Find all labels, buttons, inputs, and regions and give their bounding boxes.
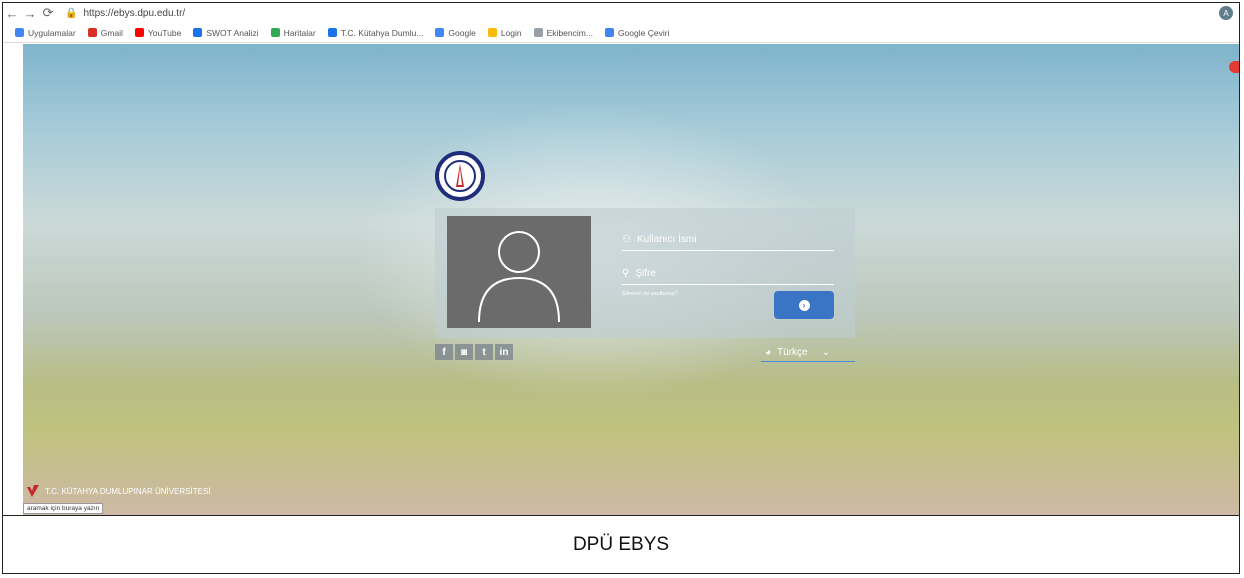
page-footer: T.C. KÜTAHYA DUMLUPINAR ÜNİVERSİTESİ ara…	[23, 481, 1239, 515]
bookmark-item[interactable]: SWOT Analizi	[193, 27, 259, 38]
bookmark-label: Uygulamalar	[28, 27, 76, 38]
bookmark-favicon-icon	[533, 28, 543, 37]
bookmark-label: Google	[448, 27, 476, 38]
user-icon: ⚇	[622, 233, 631, 245]
bookmark-label: Haritalar	[283, 27, 316, 38]
bookmark-favicon-icon	[15, 28, 24, 37]
bookmark-favicon-icon	[193, 28, 203, 37]
back-arrow-icon[interactable]: ←	[3, 4, 21, 22]
reload-icon[interactable]: ⟳	[39, 4, 57, 22]
twitter-icon[interactable]: t	[475, 344, 493, 360]
bookmark-favicon-icon	[87, 28, 97, 37]
bookmark-favicon-icon	[134, 28, 144, 37]
chevron-down-icon: ⌄	[821, 347, 830, 358]
profile-avatar[interactable]: A	[1219, 6, 1233, 20]
login-card: ⚇ Kullanıcı İsmi ⚲ Şifre Şifrenizi mi un…	[435, 208, 855, 338]
bookmark-item[interactable]: Ekibencim...	[533, 27, 593, 38]
bookmark-item[interactable]: Google	[435, 27, 476, 38]
bookmark-label: Login	[500, 27, 522, 38]
bookmark-item[interactable]: Haritalar	[270, 27, 316, 38]
search-tooltip[interactable]: aramak için buraya yazın	[23, 503, 104, 514]
globe-icon: ◕	[765, 347, 772, 358]
instagram-icon[interactable]: ◙	[455, 344, 473, 360]
language-selector[interactable]: ◕ Türkçe ⌄	[761, 344, 855, 362]
bookmark-item[interactable]: Google Çeviri	[604, 27, 670, 38]
bookmark-label: T.C. Kütahya Dumlu...	[340, 27, 424, 38]
lock-icon: 🔒	[65, 7, 78, 19]
linkedin-icon[interactable]: in	[495, 344, 513, 360]
password-input[interactable]: ⚲ Şifre	[622, 262, 834, 285]
bookmark-favicon-icon	[604, 28, 614, 37]
figure-caption: DPÜ EBYS	[3, 515, 1239, 574]
bookmark-label: YouTube	[147, 27, 182, 38]
address-bar: ← → ⟳ 🔒 https://ebys.dpu.edu.tr/ A	[3, 3, 1239, 23]
language-label: Türkçe	[777, 347, 808, 358]
bookmark-item[interactable]: YouTube	[134, 27, 182, 38]
password-placeholder: Şifre	[635, 267, 656, 279]
bookmark-item[interactable]: T.C. Kütahya Dumlu...	[327, 27, 424, 38]
university-mark-icon	[27, 485, 39, 497]
bookmark-favicon-icon	[487, 28, 497, 37]
user-silhouette-icon	[478, 231, 560, 322]
bookmark-favicon-icon	[435, 28, 445, 37]
key-icon: ⚲	[622, 267, 630, 279]
bookmarks-bar: Uygulamalar Gmail YouTube SWOT Analizi Harit…	[3, 23, 1239, 43]
bookmark-favicon-icon	[270, 28, 280, 37]
university-name: T.C. KÜTAHYA DUMLUPINAR ÜNİVERSİTESİ	[45, 486, 211, 496]
user-avatar-placeholder	[447, 216, 591, 328]
username-placeholder: Kullanıcı İsmi	[636, 233, 697, 245]
screenshot-area: ← → ⟳ 🔒 https://ebys.dpu.edu.tr/ A Uygul…	[3, 3, 1239, 515]
figure-frame: ← → ⟳ 🔒 https://ebys.dpu.edu.tr/ A Uygul…	[2, 2, 1240, 574]
bookmark-label: Google Çeviri	[617, 27, 670, 38]
login-background: ⚇ Kullanıcı İsmi ⚲ Şifre Şifrenizi mi un…	[23, 44, 1239, 515]
bookmark-item[interactable]: Uygulamalar	[15, 28, 76, 38]
bookmark-label: Gmail	[100, 27, 123, 38]
notification-badge[interactable]	[1229, 61, 1239, 73]
forgot-password-link[interactable]: Şifrenizi mi unuttunuz?	[622, 291, 678, 297]
forward-arrow-icon[interactable]: →	[21, 4, 39, 22]
url-text: https://ebys.dpu.edu.tr/	[83, 7, 186, 19]
university-seal-icon	[444, 160, 476, 192]
bookmark-favicon-icon	[327, 28, 337, 37]
bookmark-label: SWOT Analizi	[206, 27, 259, 38]
social-links: f ◙ t in	[435, 344, 513, 360]
login-button[interactable]: ›	[774, 291, 834, 319]
username-input[interactable]: ⚇ Kullanıcı İsmi	[622, 228, 834, 251]
facebook-icon[interactable]: f	[435, 344, 453, 360]
bookmark-item[interactable]: Login	[487, 27, 522, 38]
bookmark-label: Ekibencim...	[546, 27, 593, 38]
footer-university: T.C. KÜTAHYA DUMLUPINAR ÜNİVERSİTESİ	[27, 485, 211, 497]
arrow-right-icon: ›	[798, 299, 810, 311]
university-logo	[435, 151, 485, 201]
url-field[interactable]: 🔒 https://ebys.dpu.edu.tr/	[65, 8, 185, 19]
bookmark-item[interactable]: Gmail	[87, 27, 123, 38]
